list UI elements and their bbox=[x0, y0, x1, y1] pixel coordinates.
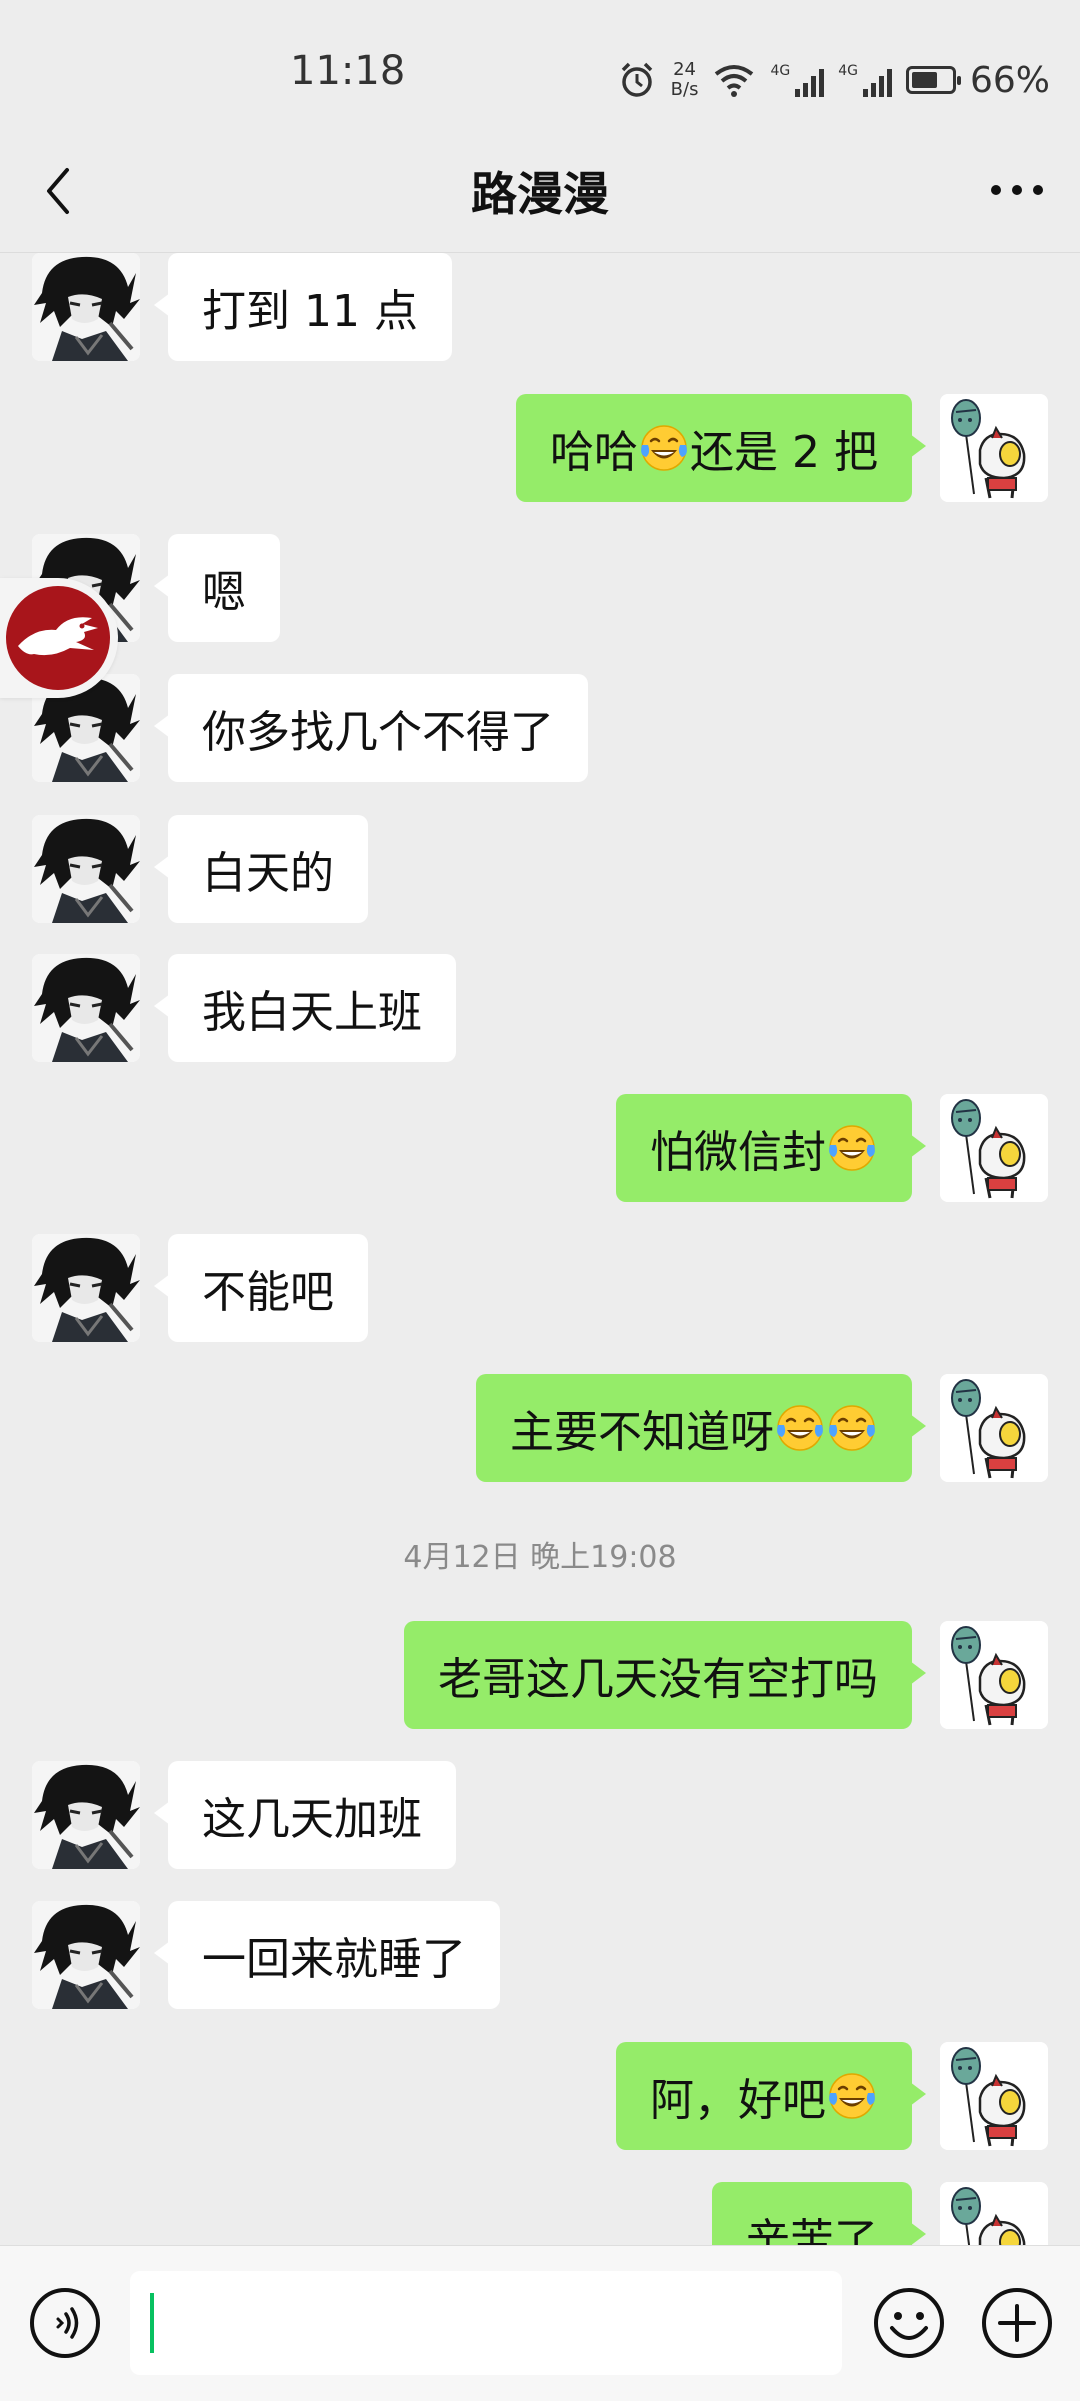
dragon-logo-icon bbox=[6, 586, 110, 690]
message-row: 怕微信封 bbox=[0, 1094, 1080, 1202]
more-actions-button[interactable] bbox=[980, 2286, 1054, 2360]
my-avatar[interactable] bbox=[940, 1094, 1048, 1202]
message-row: 白天的 bbox=[0, 815, 1080, 923]
my-avatar[interactable] bbox=[940, 2042, 1048, 2150]
message-row: 不能吧 bbox=[0, 1234, 1080, 1342]
message-timestamp: 4月12日 晚上19:08 bbox=[403, 1540, 677, 1575]
plus-icon bbox=[982, 2288, 1052, 2358]
message-row: 这几天加班 bbox=[0, 1761, 1080, 1869]
message-text: 阿，好吧 bbox=[650, 2075, 826, 2126]
alarm-icon bbox=[621, 62, 652, 97]
network-speed: 24 B/s bbox=[671, 60, 699, 100]
message-bubble[interactable]: 一回来就睡了 bbox=[154, 1901, 500, 2009]
message-bubble[interactable]: 打到 11 点 bbox=[154, 253, 452, 361]
message-row: 主要不知道呀 bbox=[0, 1374, 1080, 1482]
more-dots-icon bbox=[991, 185, 1043, 195]
message-bubble[interactable]: 辛苦了 bbox=[712, 2182, 926, 2245]
signal-label-1: 4G bbox=[770, 63, 791, 79]
floating-assistant-button[interactable] bbox=[0, 578, 118, 698]
message-bubble[interactable]: 主要不知道呀 bbox=[476, 1374, 926, 1482]
my-avatar[interactable] bbox=[940, 2182, 1048, 2245]
status-icons: 24 B/s 4G 4G 66% bbox=[617, 50, 1050, 110]
message-row: 阿，好吧 bbox=[0, 2042, 1080, 2150]
my-avatar[interactable] bbox=[940, 394, 1048, 502]
message-text: 主要不知道呀 bbox=[510, 1407, 774, 1458]
message-bubble[interactable]: 哈哈 还是 2 把 bbox=[516, 394, 926, 502]
battery-icon bbox=[905, 66, 961, 94]
message-row: 我白天上班 bbox=[0, 954, 1080, 1062]
emoji-button[interactable] bbox=[872, 2286, 946, 2360]
status-time: 11:18 bbox=[290, 48, 406, 94]
message-bubble[interactable]: 你多找几个不得了 bbox=[154, 674, 588, 782]
message-row: 一回来就睡了 bbox=[0, 1901, 1080, 2009]
wifi-icon bbox=[715, 65, 754, 97]
contact-avatar[interactable] bbox=[32, 815, 140, 923]
tears-of-joy-emoji bbox=[827, 2071, 877, 2121]
signal-label-2: 4G bbox=[838, 63, 858, 79]
contact-avatar[interactable] bbox=[32, 1901, 140, 2009]
network-speed-value: 24 bbox=[673, 59, 696, 80]
signal-icon-sim2: 4G bbox=[838, 63, 892, 97]
message-row: 哈哈 还是 2 把 bbox=[0, 394, 1080, 502]
voice-button[interactable] bbox=[28, 2286, 102, 2360]
message-list[interactable]: 打到 11 点 哈哈 还是 2 把 嗯 你多找几个不得了 白天的 我白天上班 怕… bbox=[0, 252, 1080, 2245]
tears-of-joy-emoji bbox=[827, 1403, 877, 1453]
message-row: 辛苦了 bbox=[0, 2182, 1080, 2245]
my-avatar[interactable] bbox=[940, 1621, 1048, 1729]
message-input[interactable] bbox=[130, 2271, 842, 2375]
contact-avatar[interactable] bbox=[32, 1234, 140, 1342]
text-caret bbox=[150, 2293, 154, 2353]
tears-of-joy-emoji bbox=[639, 423, 689, 473]
status-bar: 11:18 24 B/s 4G 4G 66% bbox=[0, 0, 1080, 150]
message-row: 嗯 bbox=[0, 534, 1080, 642]
message-bubble[interactable]: 不能吧 bbox=[154, 1234, 368, 1342]
contact-avatar[interactable] bbox=[32, 954, 140, 1062]
more-button[interactable] bbox=[982, 160, 1052, 220]
chat-title: 路漫漫 bbox=[471, 167, 609, 221]
message-bubble[interactable]: 怕微信封 bbox=[616, 1094, 926, 1202]
battery-fill bbox=[911, 72, 937, 88]
message-bubble[interactable]: 老哥这几天没有空打吗 bbox=[404, 1621, 926, 1729]
my-avatar[interactable] bbox=[940, 1374, 1048, 1482]
message-row: 老哥这几天没有空打吗 bbox=[0, 1621, 1080, 1729]
message-text: 哈哈 bbox=[550, 427, 639, 478]
message-bubble[interactable]: 阿，好吧 bbox=[616, 2042, 926, 2150]
tears-of-joy-emoji bbox=[827, 1123, 877, 1173]
network-speed-unit: B/s bbox=[670, 79, 699, 100]
message-row: 打到 11 点 bbox=[0, 253, 1080, 361]
message-row: 你多找几个不得了 bbox=[0, 674, 1080, 782]
battery-percent: 66% bbox=[969, 59, 1050, 101]
message-bubble[interactable]: 我白天上班 bbox=[154, 954, 456, 1062]
contact-avatar[interactable] bbox=[32, 1761, 140, 1869]
chat-header: 路漫漫 bbox=[0, 130, 1080, 253]
message-bubble[interactable]: 白天的 bbox=[154, 815, 368, 923]
smiley-icon bbox=[874, 2288, 944, 2358]
tears-of-joy-emoji bbox=[775, 1403, 825, 1453]
signal-icon-sim1: 4G bbox=[770, 63, 825, 97]
message-text: 怕微信封 bbox=[650, 1127, 826, 1178]
message-text: 还是 2 把 bbox=[690, 427, 878, 478]
message-bubble[interactable]: 这几天加班 bbox=[154, 1761, 456, 1869]
chat-input-bar bbox=[0, 2245, 1080, 2401]
voice-icon bbox=[30, 2288, 100, 2358]
message-bubble[interactable]: 嗯 bbox=[154, 534, 280, 642]
contact-avatar[interactable] bbox=[32, 253, 140, 361]
